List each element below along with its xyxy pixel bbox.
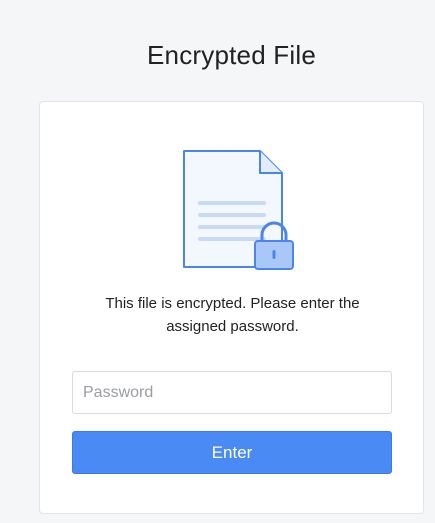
password-input[interactable] <box>72 371 392 414</box>
enter-button[interactable]: Enter <box>72 431 392 474</box>
message-line: assigned password. <box>166 318 299 335</box>
document-line <box>198 225 266 229</box>
message-line: This file is encrypted. Please enter the <box>105 295 360 312</box>
encryption-message: This file is encrypted. Please enter the… <box>40 292 425 338</box>
document-line <box>198 201 266 205</box>
document-line <box>198 237 266 241</box>
page-title: Encrypted File <box>147 40 316 70</box>
lock-keyhole <box>272 250 276 259</box>
encrypted-document-icon <box>183 150 294 270</box>
password-card: This file is encrypted. Please enter the… <box>39 101 424 514</box>
document-line <box>198 213 266 217</box>
encrypted-file-page: Encrypted File This file is encrypted. P… <box>0 0 435 523</box>
